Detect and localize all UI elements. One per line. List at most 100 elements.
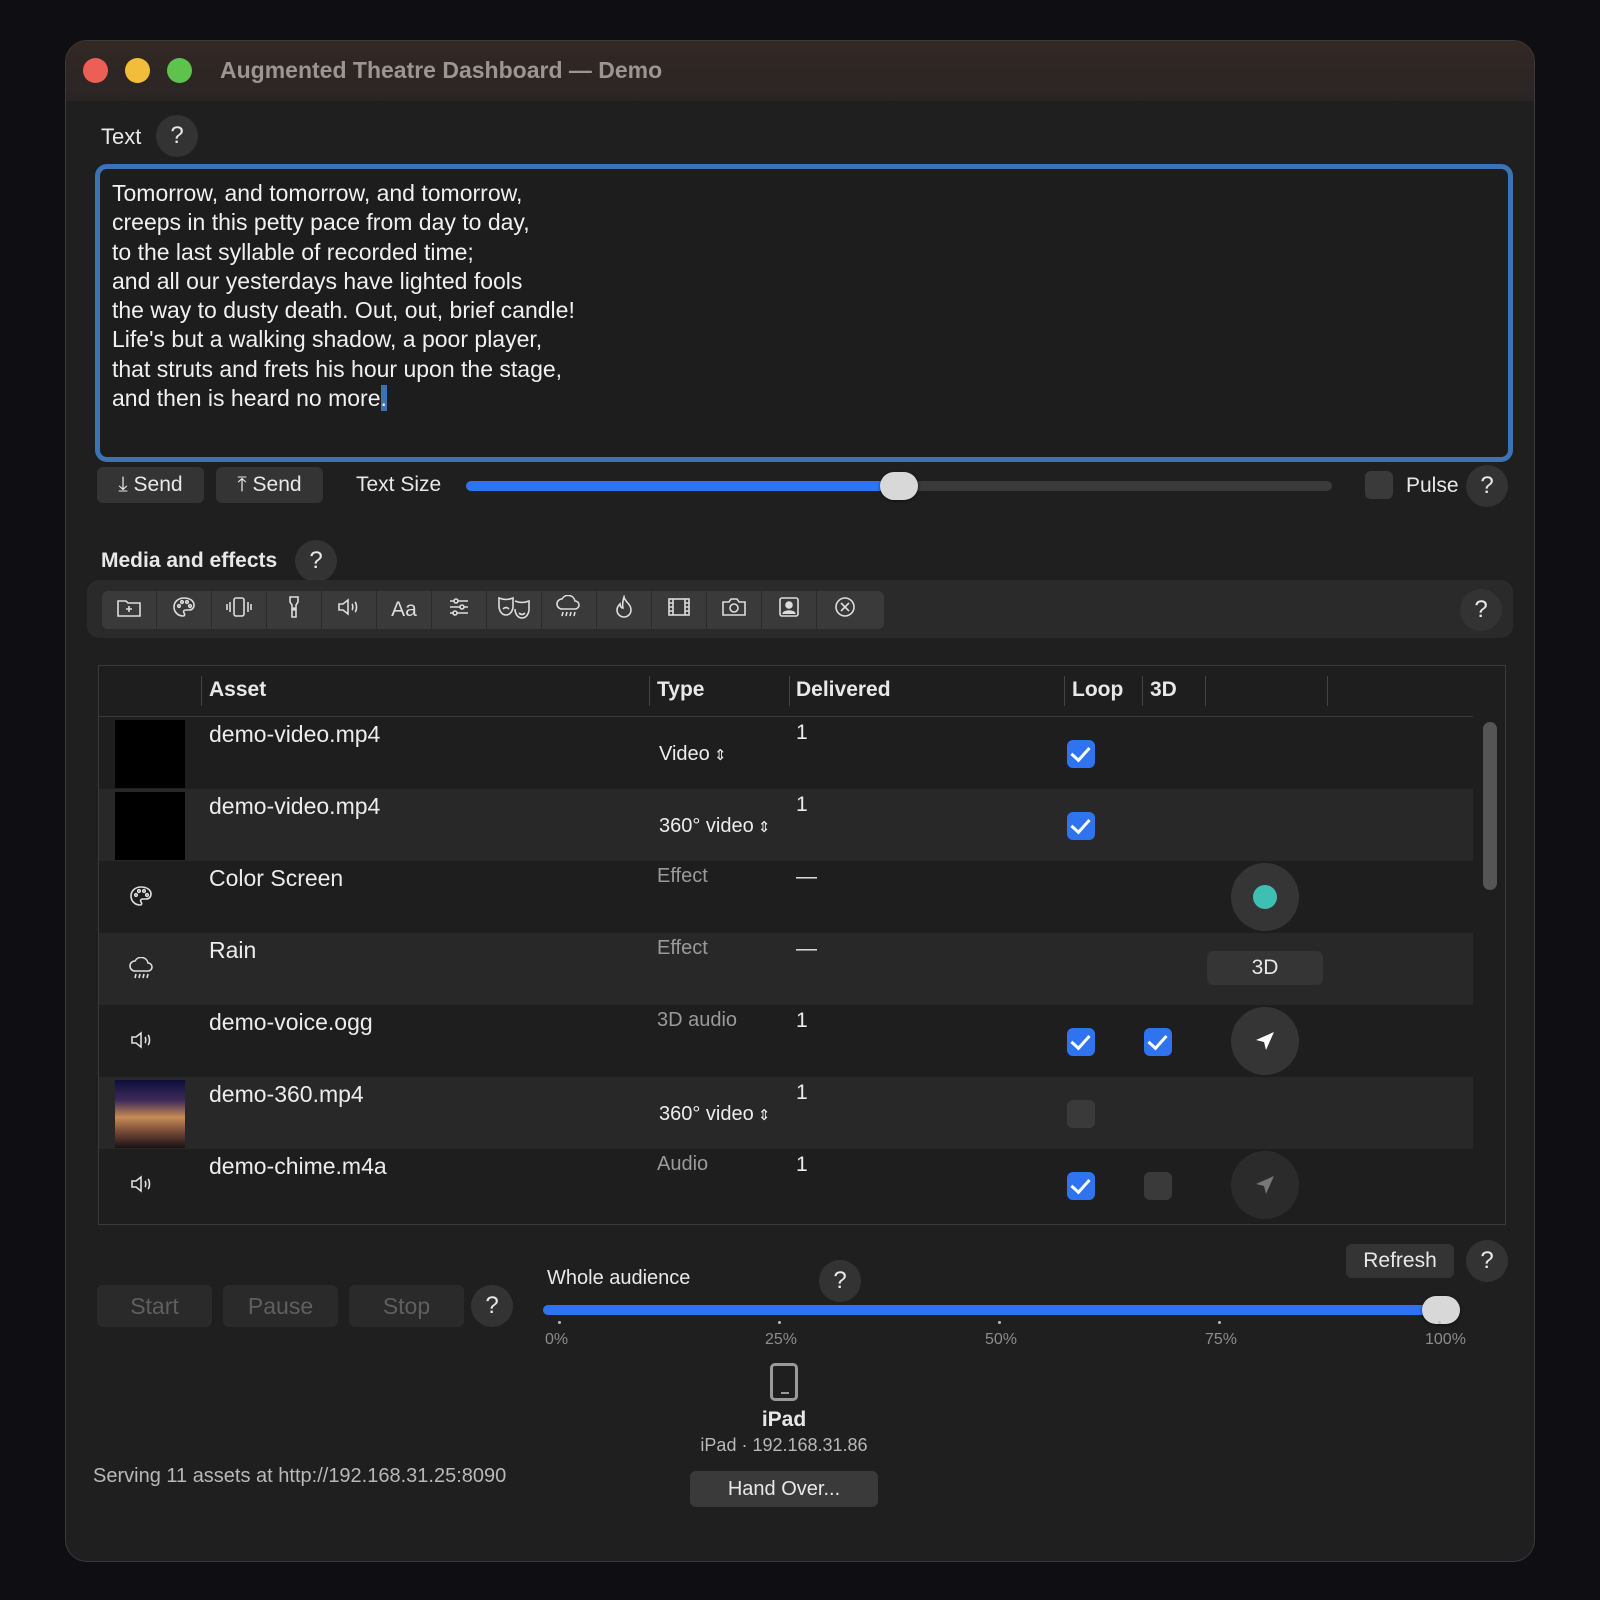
pulse-label: Pulse bbox=[1406, 474, 1459, 497]
add-folder-tool-button[interactable] bbox=[102, 591, 157, 629]
audience-tick-mark bbox=[998, 1321, 1001, 1324]
popup-chevron-icon: ⇕ bbox=[753, 819, 771, 836]
send-up-button[interactable]: ⤒ Send bbox=[216, 467, 323, 503]
zoom-window-button[interactable] bbox=[167, 58, 192, 83]
flame-icon bbox=[615, 593, 633, 625]
text-editor-content[interactable]: Tomorrow, and tomorrow, and tomorrow, cr… bbox=[100, 169, 1508, 423]
column-separator bbox=[649, 676, 650, 706]
column-separator bbox=[1327, 676, 1328, 706]
media-section-label: Media and effects bbox=[101, 549, 278, 572]
palette-tool-button[interactable] bbox=[157, 591, 212, 629]
media-toolbar: Aa bbox=[102, 591, 884, 629]
column-separator bbox=[201, 676, 202, 706]
column-header-loop[interactable]: Loop bbox=[1072, 678, 1123, 702]
position-button[interactable] bbox=[1231, 1151, 1299, 1219]
column-separator bbox=[1064, 676, 1065, 706]
stop-button[interactable]: Stop bbox=[349, 1285, 464, 1327]
audience-help-button[interactable]: ? bbox=[819, 1260, 861, 1302]
text-editor[interactable]: Tomorrow, and tomorrow, and tomorrow, cr… bbox=[95, 164, 1513, 462]
color-picker-button[interactable] bbox=[1231, 863, 1299, 931]
asset-thumbnail bbox=[115, 720, 185, 788]
vibrate-tool-button[interactable] bbox=[212, 591, 267, 629]
download-arrow-icon: ⤓ bbox=[118, 473, 128, 496]
transport-help-button[interactable]: ? bbox=[471, 1285, 513, 1327]
type-popup[interactable]: 360° video ⇕ bbox=[659, 815, 771, 838]
loop-checkbox[interactable] bbox=[1067, 1100, 1095, 1128]
3d-checkbox[interactable] bbox=[1144, 1172, 1172, 1200]
loop-checkbox[interactable] bbox=[1067, 1172, 1095, 1200]
title-bar: Augmented Theatre Dashboard — Demo bbox=[66, 41, 1534, 101]
rain-icon bbox=[556, 594, 582, 625]
send-down-button[interactable]: ⤓ Send bbox=[97, 467, 204, 503]
sliders-tool-button[interactable] bbox=[432, 591, 487, 629]
asset-thumbnail bbox=[115, 792, 185, 860]
text-line: Life's but a walking shadow, a poor play… bbox=[112, 326, 543, 353]
media-help-button[interactable]: ? bbox=[295, 540, 337, 582]
speaker-icon bbox=[336, 596, 362, 624]
delivered-count: 1 bbox=[796, 793, 808, 816]
font-tool-button[interactable]: Aa bbox=[377, 591, 432, 629]
rain-tool-button[interactable] bbox=[542, 591, 597, 629]
refresh-button[interactable]: Refresh bbox=[1346, 1244, 1454, 1278]
film-icon bbox=[667, 597, 691, 623]
toolbar-help-button[interactable]: ? bbox=[1460, 589, 1502, 631]
text-help-button[interactable]: ? bbox=[156, 115, 198, 157]
window-title: Augmented Theatre Dashboard — Demo bbox=[220, 57, 663, 83]
asset-thumbnail bbox=[115, 1080, 185, 1148]
type-popup[interactable]: 360° video ⇕ bbox=[659, 1103, 771, 1126]
start-button[interactable]: Start bbox=[97, 1285, 212, 1327]
portrait-tool-button[interactable] bbox=[762, 591, 817, 629]
text-section-label: Text bbox=[101, 124, 142, 149]
pulse-checkbox[interactable] bbox=[1365, 471, 1393, 499]
column-header-delivered[interactable]: Delivered bbox=[796, 678, 891, 702]
audience-slider-knob[interactable] bbox=[1422, 1296, 1460, 1324]
3d-checkbox[interactable] bbox=[1144, 1028, 1172, 1056]
column-header-3d[interactable]: 3D bbox=[1150, 678, 1177, 702]
loop-checkbox[interactable] bbox=[1067, 812, 1095, 840]
audience-tick-mark bbox=[778, 1321, 781, 1324]
position-button[interactable] bbox=[1231, 1007, 1299, 1075]
upload-arrow-icon: ⤒ bbox=[237, 473, 247, 496]
speaker-tool-button[interactable] bbox=[322, 591, 377, 629]
minimize-window-button[interactable] bbox=[125, 58, 150, 83]
vibrate-icon bbox=[223, 596, 255, 624]
table-row[interactable]: demo-360.mp4 360° video ⇕ 1 bbox=[99, 1077, 1473, 1149]
refresh-help-button[interactable]: ? bbox=[1466, 1240, 1508, 1282]
pause-button[interactable]: Pause bbox=[223, 1285, 338, 1327]
table-row[interactable]: demo-video.mp4 Video ⇕ 1 bbox=[99, 717, 1473, 789]
asset-name: demo-360.mp4 bbox=[209, 1081, 364, 1107]
text-size-slider-knob[interactable] bbox=[880, 472, 918, 500]
table-row[interactable]: demo-video.mp4 360° video ⇕ 1 bbox=[99, 789, 1473, 861]
theatre-masks-tool-button[interactable] bbox=[487, 591, 542, 629]
text-size-slider-fill bbox=[466, 481, 899, 491]
cancel-tool-button[interactable] bbox=[817, 591, 872, 629]
loop-checkbox[interactable] bbox=[1067, 1028, 1095, 1056]
table-row[interactable]: Rain Effect — 3D bbox=[99, 933, 1473, 1005]
column-header-asset[interactable]: Asset bbox=[209, 678, 266, 702]
film-tool-button[interactable] bbox=[652, 591, 707, 629]
table-scrollbar-thumb[interactable] bbox=[1483, 722, 1497, 890]
palette-icon bbox=[172, 596, 196, 624]
add-folder-icon bbox=[116, 596, 142, 624]
table-row[interactable]: demo-voice.ogg 3D audio 1 bbox=[99, 1005, 1473, 1077]
type-popup-value: 360° video bbox=[659, 1103, 754, 1125]
table-row[interactable]: demo-chime.m4a Audio 1 bbox=[99, 1149, 1473, 1221]
pulse-help-button[interactable]: ? bbox=[1466, 465, 1508, 507]
close-window-button[interactable] bbox=[83, 58, 108, 83]
audience-tick-mark bbox=[558, 1321, 561, 1324]
delivered-count: — bbox=[796, 865, 817, 888]
table-row[interactable]: Color Screen Effect — bbox=[99, 861, 1473, 933]
location-arrow-icon bbox=[1253, 1173, 1277, 1197]
flashlight-tool-button[interactable] bbox=[267, 591, 322, 629]
type-label: Effect bbox=[657, 937, 708, 959]
column-header-type[interactable]: Type bbox=[657, 678, 704, 702]
loop-checkbox[interactable] bbox=[1067, 740, 1095, 768]
hand-over-button[interactable]: Hand Over... bbox=[690, 1471, 878, 1507]
text-size-label: Text Size bbox=[356, 473, 442, 496]
audience-tick-label: 0% bbox=[545, 1331, 569, 1348]
type-popup[interactable]: Video ⇕ bbox=[659, 743, 727, 766]
rain-3d-button[interactable]: 3D bbox=[1207, 951, 1323, 985]
flame-tool-button[interactable] bbox=[597, 591, 652, 629]
camera-tool-button[interactable] bbox=[707, 591, 762, 629]
type-label: Audio bbox=[657, 1153, 709, 1175]
